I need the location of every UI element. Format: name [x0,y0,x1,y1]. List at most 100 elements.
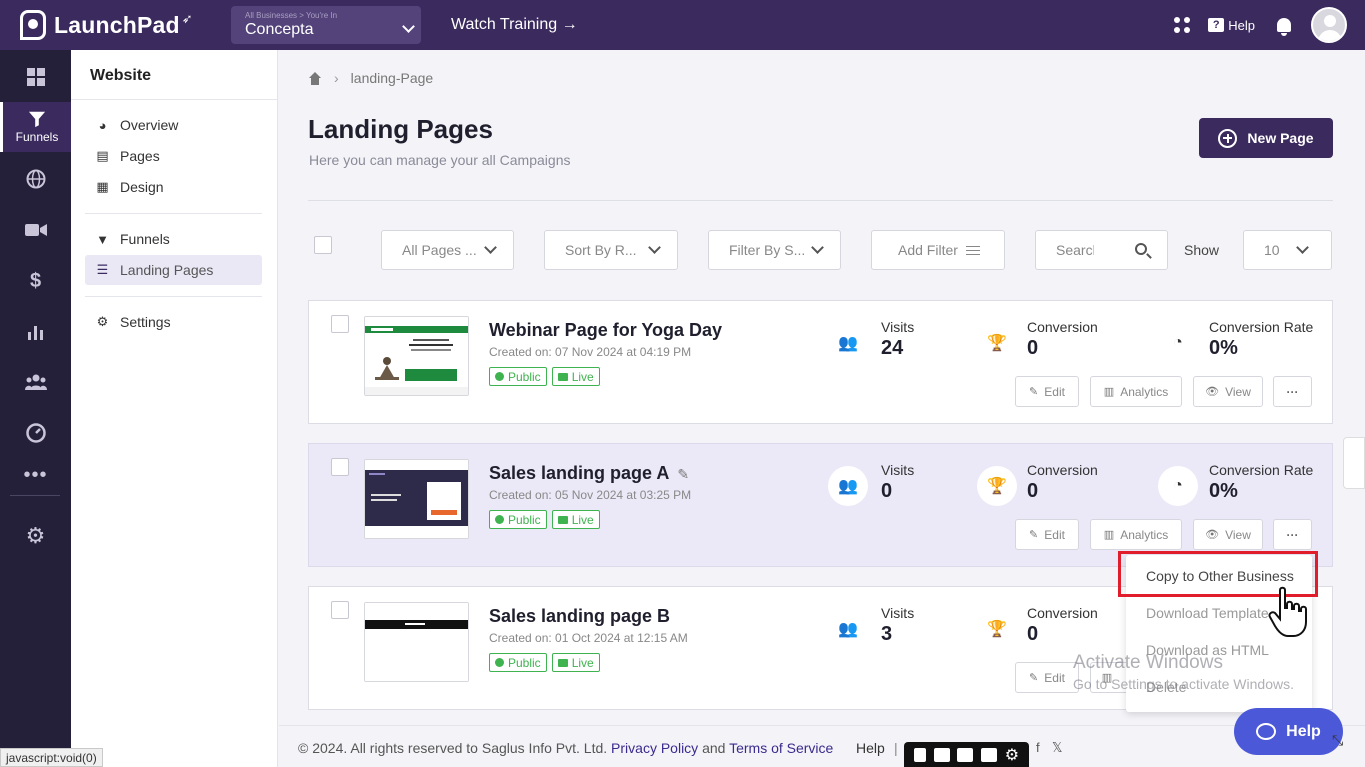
filter-by-dropdown[interactable]: Filter By S... [708,230,841,270]
trophy-icon: 🏆 [987,621,1007,638]
apps-grid-icon[interactable] [1174,17,1191,33]
analytics-button[interactable]: ▥ [1090,662,1130,693]
menu-item-delete[interactable]: Delete [1146,679,1186,695]
analytics-button[interactable]: ▥ Analytics [1090,519,1182,550]
rail-payments[interactable]: $ [0,256,71,306]
public-badge: Public [489,367,547,386]
resize-icon[interactable]: ⤡ [1332,732,1343,749]
footer-help-link[interactable]: Help [856,740,885,756]
edit-button[interactable]: ✎ Edit [1015,662,1079,693]
sidebar-item-overview[interactable]: ◕ Overview [85,110,262,140]
sidebar-item-settings[interactable]: ⚙ Settings [85,307,262,337]
terms-link[interactable]: Terms of Service [729,740,833,756]
copy-icon[interactable] [981,747,998,762]
sidebar-item-landing-pages[interactable]: ☰ Landing Pages [85,255,262,285]
business-switcher[interactable]: All Businesses > You're In Concepta [231,6,421,44]
page-title-link[interactable]: Sales landing page A ✎ [489,463,689,484]
page-thumbnail[interactable] [364,316,469,396]
bar-chart-icon [27,326,43,340]
row-checkbox[interactable] [331,601,349,619]
globe-icon [26,169,45,189]
side-panel-handle[interactable] [1343,437,1365,489]
edit-button[interactable]: ✎ Edit [1015,376,1079,407]
watch-training-link[interactable]: Watch Training → [451,16,578,34]
search-input[interactable]: Search [1035,230,1168,270]
row-checkbox[interactable] [331,315,349,333]
view-button[interactable]: 👁 View [1193,519,1263,550]
add-filter-button[interactable]: Add Filter [871,230,1005,270]
sidebar-item-pages[interactable]: ▤ Pages [85,141,262,171]
page-thumbnail[interactable] [364,459,469,539]
row-checkbox[interactable] [331,458,349,476]
rail-funnels[interactable]: Funnels [0,102,71,152]
show-count-select[interactable]: 10 [1243,230,1332,270]
pie-chart-icon: ◔ [1173,334,1183,351]
dropdown-label: Sort By R... [565,242,637,258]
sidebar-item-funnels[interactable]: ▼ Funnels [85,224,262,254]
help-chat-button[interactable]: Help [1234,708,1343,755]
dropdown-label: Filter By S... [729,242,806,258]
hand-cursor-icon [1268,586,1307,637]
bar-chart-icon: ▥ [1103,386,1115,398]
globe-icon [495,658,504,667]
rail-more[interactable]: ••• [0,450,71,500]
users-icon [24,374,47,390]
pencil-icon[interactable]: ✎ [677,466,689,483]
conversion-value: 0 [1027,623,1039,645]
logo-icon [20,10,46,40]
select-all-checkbox[interactable] [314,236,332,254]
rail-reports[interactable] [0,307,71,357]
rail-settings[interactable]: ⚙ [0,511,71,561]
sidebar-item-design[interactable]: ▦ Design [85,172,262,202]
page-title-text: Sales landing page A [489,463,670,483]
trophy-icon: 🏆 [977,466,1017,506]
more-options-button[interactable]: ··· [1273,519,1312,550]
bell-icon[interactable] [1277,18,1291,36]
sidebar-item-label: Overview [120,117,179,133]
more-dots-icon: ••• [23,463,48,486]
avatar[interactable] [1311,7,1347,43]
sort-by-dropdown[interactable]: Sort By R... [544,230,678,270]
conversion-rate-label: Conversion Rate [1209,319,1314,335]
x-twitter-icon[interactable]: 𝕏 [1052,740,1062,756]
top-bar: LaunchPad ➶ All Businesses > You're In C… [0,0,1365,50]
design-grid-icon: ▦ [96,179,109,194]
gear-icon[interactable]: ⚙ [1005,745,1019,765]
camera-icon[interactable] [933,747,950,762]
new-page-button[interactable]: New Page [1199,118,1333,158]
rail-websites[interactable] [0,154,71,204]
menu-item-download-template[interactable]: Download Template [1146,605,1269,621]
header-divider [308,200,1333,201]
sidebar-item-label: Pages [120,148,160,164]
logo[interactable]: LaunchPad ➶ [20,10,220,40]
view-button[interactable]: 👁 View [1193,376,1263,407]
home-icon[interactable] [308,71,322,85]
facebook-icon[interactable]: f [1036,740,1040,755]
more-options-button[interactable]: ··· [1273,376,1312,407]
menu-item-download-html[interactable]: Download as HTML [1146,642,1269,658]
rail-contacts[interactable] [0,357,71,407]
rail-video[interactable] [0,205,71,255]
analytics-button[interactable]: ▥ Analytics [1090,376,1182,407]
footer-separator: | [894,740,898,756]
page-card: Sales landing page A ✎ Created on: 05 Nov… [308,443,1333,567]
footer: © 2024. All rights reserved to Saglus In… [279,725,1365,767]
privacy-policy-link[interactable]: Privacy Policy [611,740,698,756]
edit-button[interactable]: ✎ Edit [1015,519,1079,550]
live-label: Live [571,369,594,384]
created-date: Created on: 01 Oct 2024 at 12:15 AM [489,631,688,645]
page-title-link[interactable]: Webinar Page for Yoga Day [489,320,722,341]
list-icon: ☰ [96,262,109,277]
rail-dashboard[interactable] [0,52,71,102]
video-icon [24,224,47,236]
bar-chart-icon: ▥ [1103,529,1115,541]
status-bar-url: javascript:void(0) [0,748,103,767]
page-title-link[interactable]: Sales landing page B [489,606,670,627]
all-pages-dropdown[interactable]: All Pages ... [381,230,514,270]
status-badges: Public Live [489,510,600,529]
page-thumbnail[interactable] [364,602,469,682]
help-button[interactable]: ? Help [1208,18,1255,33]
screenshot-tool-icon[interactable] [913,747,926,762]
plus-circle-icon [1218,128,1238,148]
video-record-icon[interactable] [957,747,974,762]
